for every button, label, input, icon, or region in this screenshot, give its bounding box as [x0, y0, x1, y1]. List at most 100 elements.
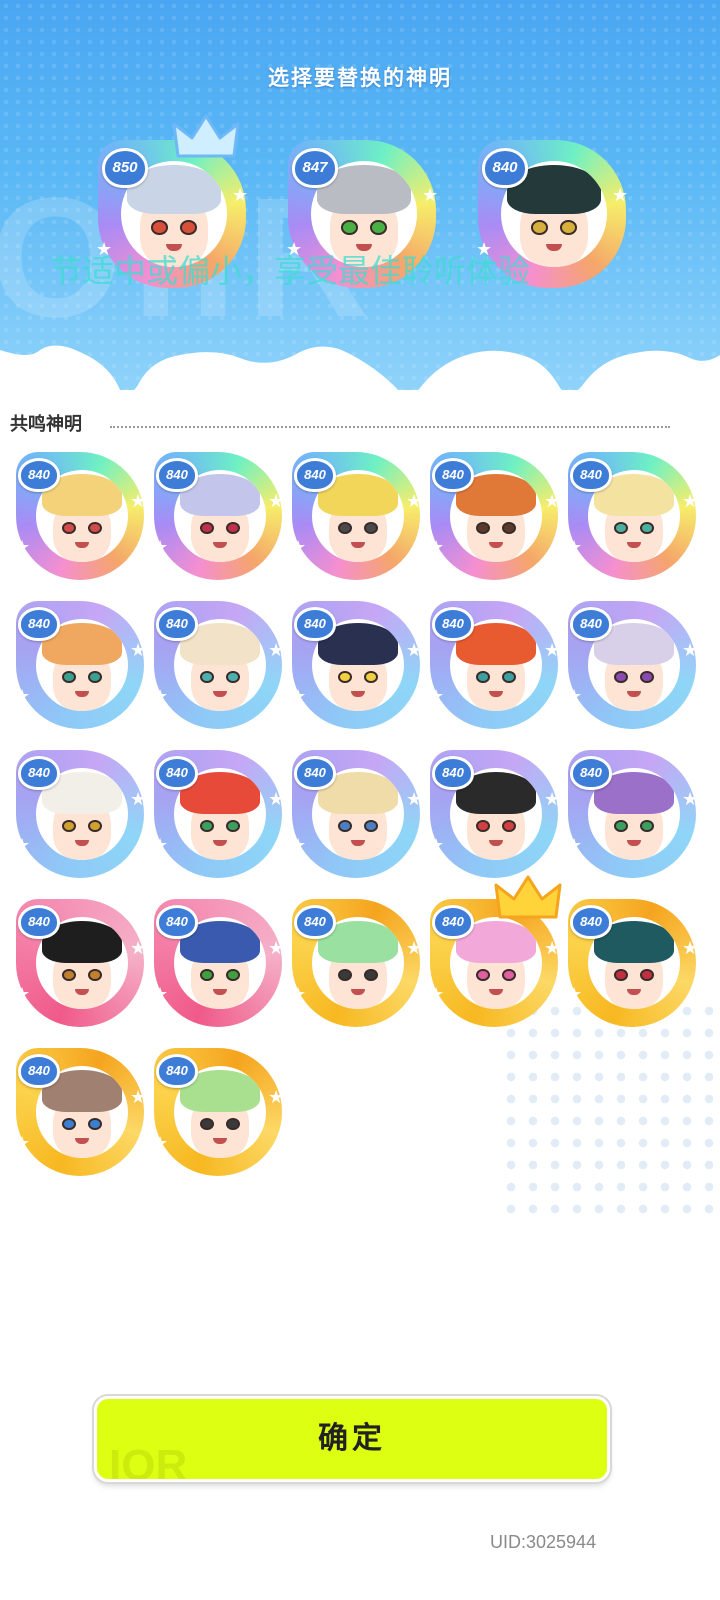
star-icon: ★	[268, 938, 285, 959]
star-icon: ★	[290, 537, 307, 558]
god-badge[interactable]: ★ ★ 840	[14, 750, 147, 884]
star-icon: ★	[428, 984, 445, 1005]
god-badge[interactable]: ★ ★ 840	[290, 601, 423, 735]
confirm-button-label: 确定	[318, 1421, 386, 1456]
page-title: 选择要替换的神明	[268, 66, 452, 90]
level-badge: 840	[482, 148, 528, 188]
section-title: 共鸣神明	[10, 410, 88, 436]
level-badge: 840	[156, 458, 198, 492]
god-badge[interactable]: ★ ★ 840	[428, 452, 560, 586]
overlay-caption: 节适中或偏小，享受最佳聆听体验	[50, 252, 531, 290]
level-badge: 840	[432, 905, 474, 939]
star-icon: ★	[130, 491, 147, 512]
star-icon: ★	[428, 835, 445, 856]
level-badge: 840	[156, 756, 198, 790]
god-badge[interactable]: ★ ★ 840	[566, 452, 699, 586]
star-icon: ★	[682, 491, 699, 512]
level-badge: 840	[432, 458, 474, 492]
star-icon: ★	[152, 686, 169, 707]
god-badge[interactable]: ★ ★ 840	[14, 601, 147, 735]
portrait-eye	[530, 220, 548, 236]
level-badge: 840	[570, 756, 612, 790]
star-icon: ★	[290, 835, 307, 856]
level-badge: 840	[294, 458, 336, 492]
star-icon: ★	[152, 1133, 169, 1154]
star-icon: ★	[682, 640, 699, 661]
star-icon: ★	[14, 1133, 31, 1154]
level-badge: 840	[18, 905, 60, 939]
god-badge[interactable]: ★ ★ 840	[566, 601, 699, 735]
star-icon: ★	[14, 537, 31, 558]
star-icon: ★	[544, 640, 561, 661]
star-icon: ★	[682, 938, 699, 959]
god-badge[interactable]: ★ ★ 840	[14, 899, 147, 1033]
star-icon: ★	[130, 789, 147, 810]
portrait-eye	[340, 220, 358, 236]
gold-crown-icon	[494, 873, 564, 927]
confirm-button[interactable]: IOR 确定	[94, 1396, 610, 1482]
level-badge: 840	[18, 607, 60, 641]
star-icon: ★	[406, 789, 423, 810]
god-badge[interactable]: ★ ★ 840	[566, 750, 699, 884]
star-icon: ★	[406, 640, 423, 661]
level-badge: 840	[18, 756, 60, 790]
level-badge: 840	[156, 1054, 198, 1088]
god-badge[interactable]: ★ ★ 840	[566, 899, 699, 1033]
star-icon: ★	[268, 491, 285, 512]
level-badge: 840	[294, 607, 336, 641]
star-icon: ★	[290, 984, 307, 1005]
star-icon: ★	[152, 835, 169, 856]
level-badge: 840	[18, 1054, 60, 1088]
star-icon: ★	[290, 686, 307, 707]
level-badge: 840	[570, 458, 612, 492]
star-icon: ★	[232, 185, 249, 206]
star-icon: ★	[428, 537, 445, 558]
portrait-eye	[150, 220, 168, 236]
background-dot-pattern	[500, 1000, 720, 1220]
star-icon: ★	[566, 537, 583, 558]
star-icon: ★	[566, 984, 583, 1005]
god-badge[interactable]: ★ ★ 840	[152, 899, 285, 1033]
level-badge: 840	[570, 905, 612, 939]
god-badge[interactable]: ★ ★ 840	[152, 601, 285, 735]
level-badge: 850	[102, 148, 148, 188]
star-icon: ★	[14, 984, 31, 1005]
god-badge[interactable]: ★ ★ 840	[152, 750, 285, 884]
star-icon: ★	[268, 1087, 285, 1108]
god-badge[interactable]: ★ ★ 840	[152, 1048, 285, 1182]
star-icon: ★	[14, 686, 31, 707]
god-badge[interactable]: ★ ★ 840	[428, 601, 561, 735]
level-badge: 840	[432, 607, 474, 641]
god-badge[interactable]: ★ ★ 840	[290, 899, 423, 1033]
god-badge[interactable]: ★ ★ 840	[290, 750, 423, 884]
star-icon: ★	[566, 686, 583, 707]
crystal-crown-icon	[172, 112, 242, 166]
level-badge: 840	[570, 607, 612, 641]
star-icon: ★	[268, 789, 285, 810]
star-icon: ★	[152, 537, 169, 558]
level-badge: 840	[294, 905, 336, 939]
god-badge[interactable]: ★ ★ 840	[290, 452, 423, 586]
god-badge[interactable]: ★ ★ 840	[14, 452, 147, 586]
section-divider	[110, 426, 670, 428]
star-icon: ★	[268, 640, 285, 661]
star-icon: ★	[544, 789, 561, 810]
star-icon: ★	[130, 938, 147, 959]
star-icon: ★	[406, 938, 423, 959]
god-badge[interactable]: ★ ★ 840	[428, 875, 562, 1033]
star-icon: ★	[14, 835, 31, 856]
star-icon: ★	[682, 789, 699, 810]
star-icon: ★	[566, 835, 583, 856]
level-badge: 840	[432, 756, 474, 790]
god-badge[interactable]: ★ ★ 840	[428, 750, 561, 884]
star-icon: ★	[612, 185, 629, 206]
star-icon: ★	[130, 640, 147, 661]
drip-edge-decoration	[0, 345, 720, 400]
level-badge: 847	[292, 148, 338, 188]
star-icon: ★	[152, 984, 169, 1005]
star-icon: ★	[130, 1087, 147, 1108]
star-icon: ★	[406, 491, 423, 512]
star-icon: ★	[544, 938, 561, 959]
god-badge[interactable]: ★ ★ 840	[14, 1048, 147, 1182]
god-badge[interactable]: ★ ★ 840	[152, 452, 285, 586]
